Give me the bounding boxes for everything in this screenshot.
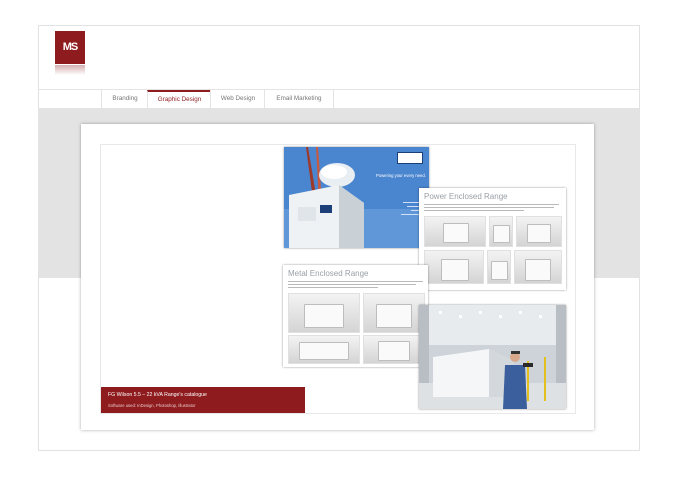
page-title-metal-enclosed: Metal Enclosed Range [288,269,369,278]
page-title-power-enclosed: Power Enclosed Range [424,192,508,201]
logo-reflection [55,65,85,75]
generator-photo [424,216,486,247]
generator-photo [363,335,425,364]
project-title: FG Wilson 5.5 – 22 kVA Range's catalogue [108,392,207,398]
generator-photo [489,216,513,247]
site-logo[interactable]: MS [55,31,85,75]
generator-photo [363,293,425,333]
generator-photo [424,250,484,284]
fg-wilson-logo [397,152,423,164]
project-caption: FG Wilson 5.5 – 22 kVA Range's catalogue… [101,387,305,413]
showcase-card: Powering your every need. Power Enclosed… [81,124,594,430]
logo-mark: MS [55,31,85,64]
test-chamber-photo [419,305,566,409]
tab-branding[interactable]: Branding [101,90,148,108]
generator-photo [516,216,562,247]
portfolio-frame: MS Branding Graphic Design Web Design Em… [38,25,640,451]
generator-photo [514,250,562,284]
catalogue-page-metal-enclosed[interactable]: Metal Enclosed Range [283,265,428,367]
tab-email-marketing[interactable]: Email Marketing [264,90,334,108]
cover-tagline: Powering your every need. [376,173,426,178]
category-nav: Branding Graphic Design Web Design Email… [39,89,639,109]
project-software: Software used: InDesign, Photoshop, Illu… [108,403,196,408]
showcase-panel: Powering your every need. Power Enclosed… [100,144,576,414]
catalogue-page-power-enclosed[interactable]: Power Enclosed Range [419,188,566,290]
tab-web-design[interactable]: Web Design [210,90,265,108]
catalogue-page-test-chamber[interactable] [419,305,566,409]
generator-photo [288,335,360,364]
generator-photo [487,250,511,284]
generator-photo [288,293,360,333]
catalogue-cover[interactable]: Powering your every need. [284,147,429,248]
tab-graphic-design[interactable]: Graphic Design [147,90,211,108]
